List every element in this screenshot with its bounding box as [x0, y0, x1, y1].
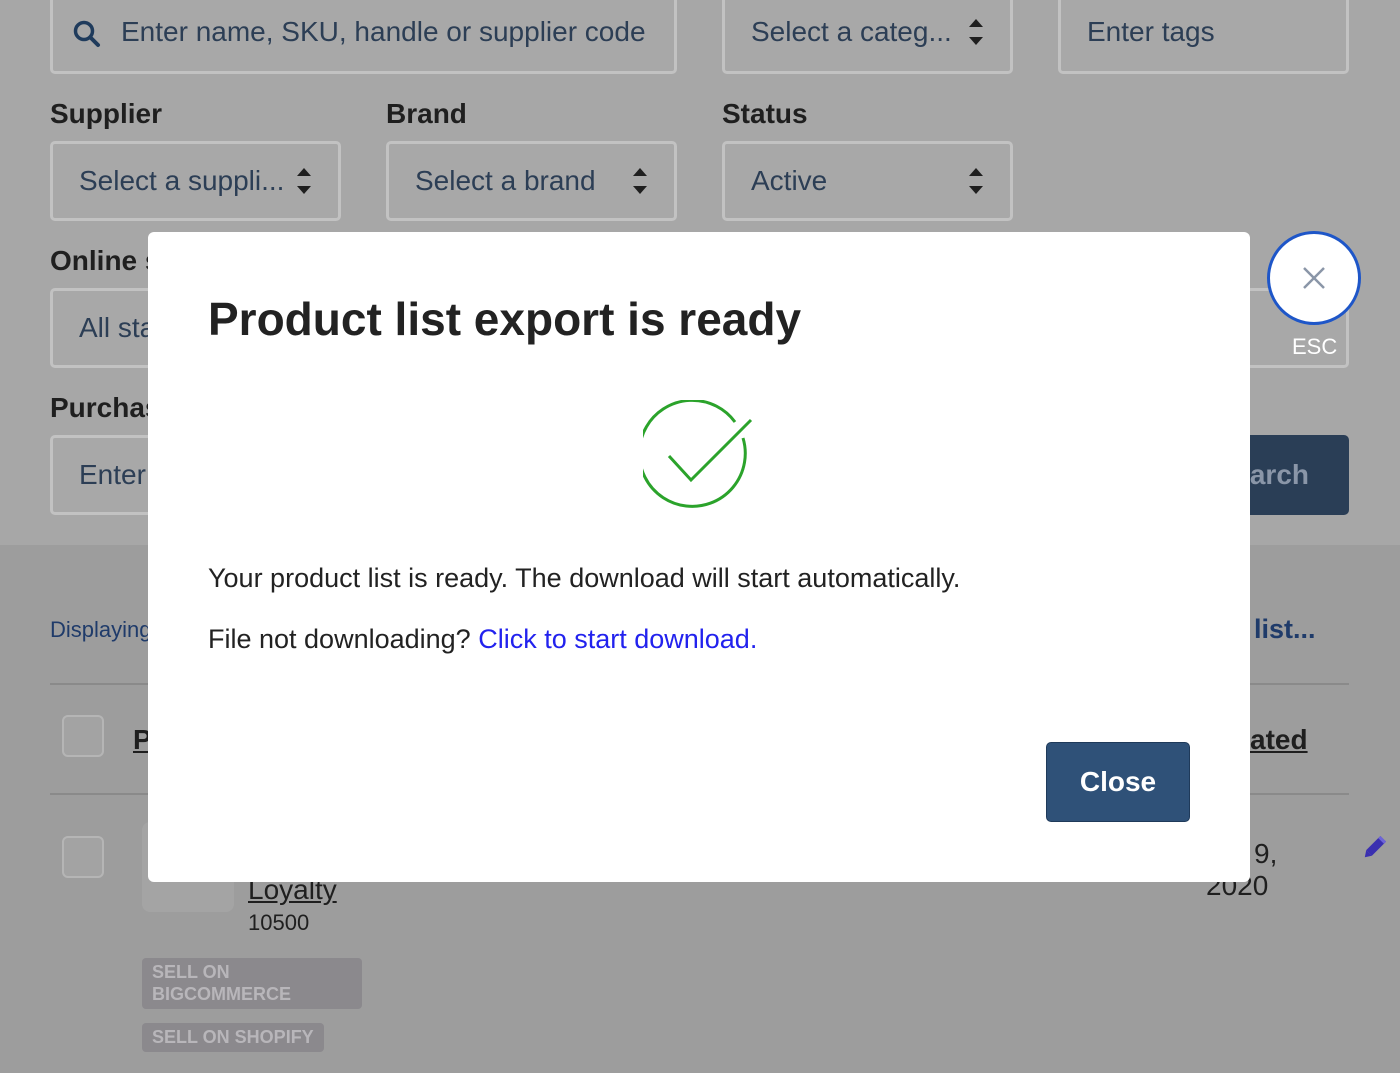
stepper-icon	[297, 168, 311, 194]
tags-input[interactable]: Enter tags	[1058, 0, 1349, 74]
displaying-count: Displaying	[50, 617, 152, 642]
online-status-label: Online s	[50, 245, 161, 276]
purchase-placeholder: Enter	[79, 459, 146, 490]
supplier-value: Select a suppli...	[79, 165, 285, 196]
stepper-icon	[633, 168, 647, 194]
search-placeholder: Enter name, SKU, handle or supplier code	[121, 16, 646, 47]
pencil-icon[interactable]	[1360, 834, 1388, 867]
brand-value: Select a brand	[415, 165, 596, 196]
online-status-value: All sta	[79, 312, 156, 343]
start-download-link[interactable]: Click to start download.	[478, 624, 757, 654]
stepper-icon	[969, 19, 983, 45]
column-header-updated[interactable]: ated	[1250, 724, 1308, 756]
updated-date-line1: 9,	[1254, 838, 1278, 869]
dialog-title: Product list export is ready	[208, 293, 802, 345]
stepper-icon	[969, 168, 983, 194]
search-icon	[73, 20, 101, 55]
esc-close-button[interactable]	[1267, 231, 1361, 325]
close-button[interactable]: Close	[1046, 742, 1190, 822]
purchase-label: Purchas	[50, 392, 161, 423]
close-icon	[1302, 266, 1326, 295]
category-value: Select a categ...	[751, 16, 952, 47]
close-button-label: Close	[1079, 766, 1157, 797]
dialog-download-line: File not downloading? Click to start dow…	[208, 624, 757, 655]
status-value: Active	[751, 165, 828, 196]
row-checkbox[interactable]	[62, 836, 104, 878]
supplier-select[interactable]: Select a suppli...	[50, 141, 341, 221]
tags-placeholder: Enter tags	[1087, 16, 1215, 47]
category-select[interactable]: Select a categ...	[722, 0, 1013, 74]
brand-select[interactable]: Select a brand	[386, 141, 677, 221]
search-input[interactable]: Enter name, SKU, handle or supplier code	[50, 0, 677, 74]
sell-on-shopify-badge: SELL ON SHOPIFY	[142, 1023, 324, 1052]
checkmark-circle-icon	[637, 398, 755, 517]
dialog-message: Your product list is ready. The download…	[208, 563, 961, 593]
esc-label: ESC	[1292, 334, 1338, 359]
sell-on-bigcommerce-badge: SELL ON BIGCOMMERCE	[142, 958, 362, 1009]
not-downloading-text: File not downloading?	[208, 624, 471, 654]
brand-label: Brand	[386, 98, 467, 129]
status-select[interactable]: Active	[722, 141, 1013, 221]
product-sku: 10500	[248, 910, 310, 935]
supplier-label: Supplier	[50, 98, 163, 129]
list-action-link[interactable]: list...	[1254, 614, 1316, 645]
export-ready-dialog: Product list export is ready Your produc…	[148, 232, 1250, 882]
select-all-checkbox[interactable]	[62, 715, 104, 757]
status-label: Status	[722, 98, 808, 129]
